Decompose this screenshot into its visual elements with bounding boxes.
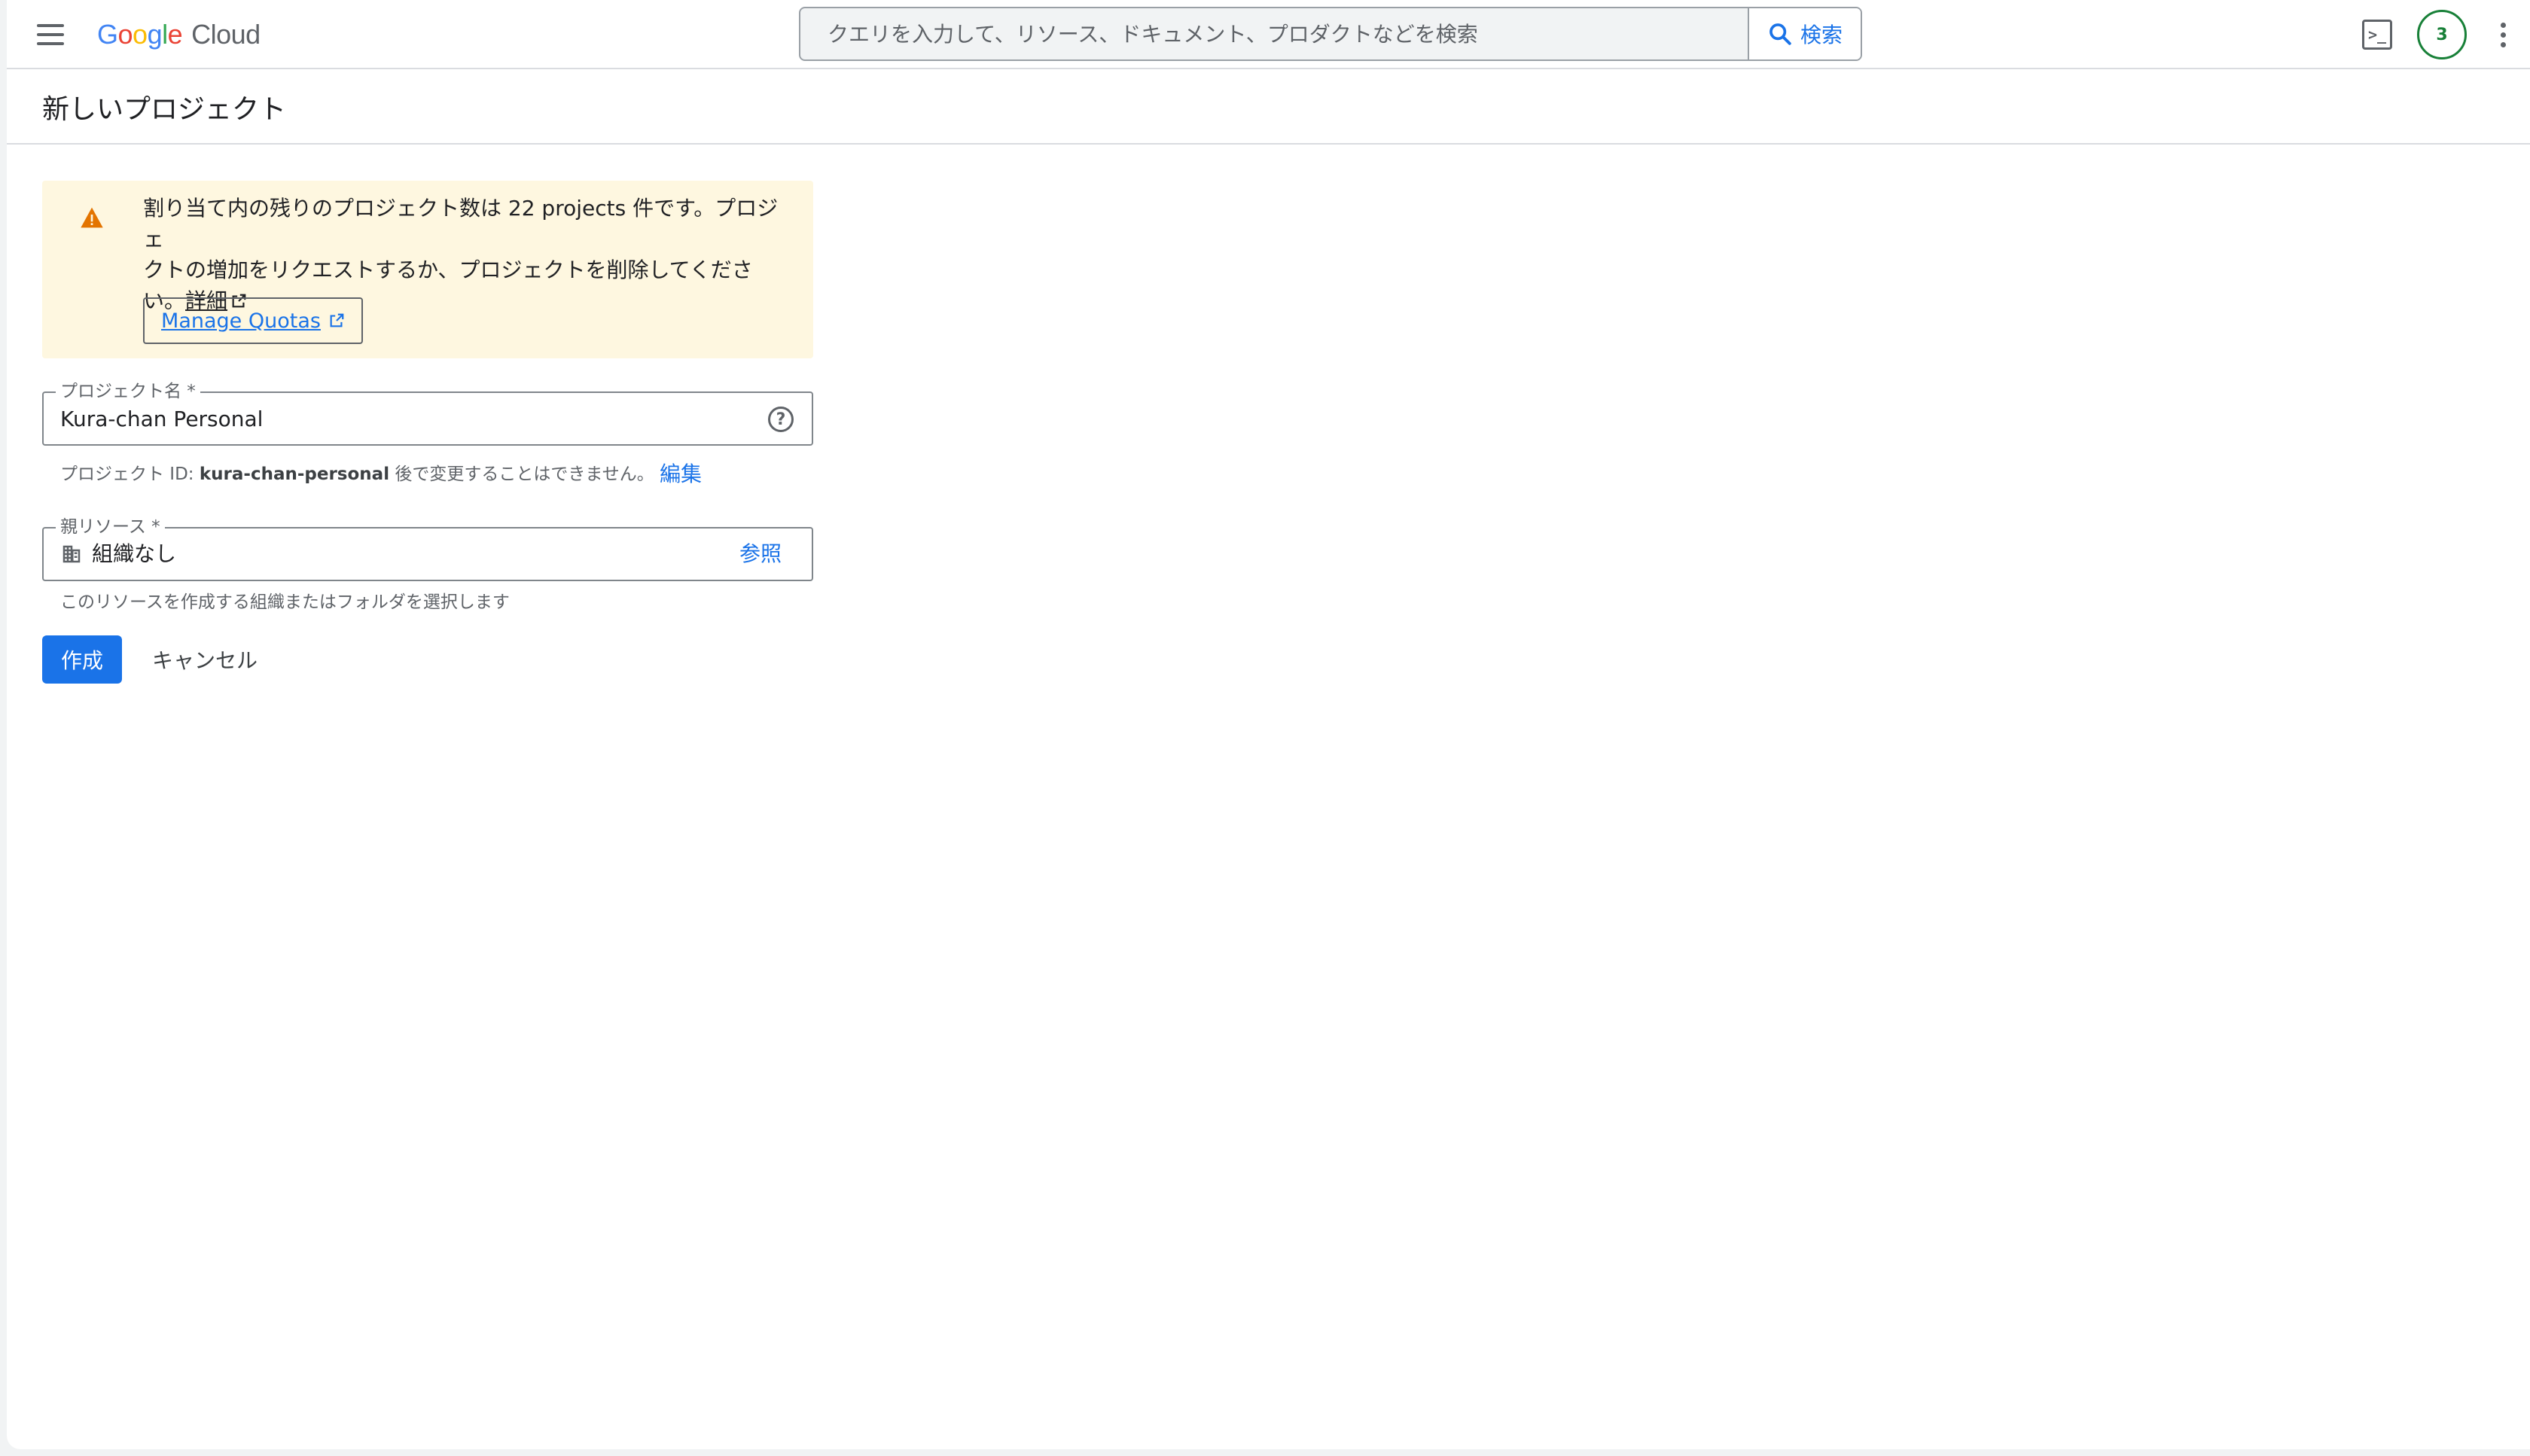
cloud-shell-icon[interactable]: >_: [2362, 20, 2392, 50]
cancel-button[interactable]: キャンセル: [140, 635, 270, 684]
parent-resource-hint: このリソースを作成する組織またはフォルダを選択します: [60, 592, 510, 612]
page-header: 新しいプロジェクト: [7, 69, 2530, 145]
notification-badge[interactable]: 3: [2417, 10, 2467, 59]
warning-line-1: 割り当て内の残りのプロジェクト数は 22 projects 件です。プロジェ: [143, 196, 779, 251]
app-window: Google Cloud 検索 >_ 3 新しいプロジェクト: [7, 0, 2530, 1449]
search-icon: [1769, 23, 1791, 45]
create-button[interactable]: 作成: [42, 635, 122, 684]
more-options-icon[interactable]: [2495, 17, 2510, 53]
hamburger-menu-icon[interactable]: [32, 17, 69, 53]
parent-resource-value: 組織なし: [92, 541, 177, 566]
external-link-icon: [330, 313, 344, 327]
project-id-prefix: プロジェクト ID:: [60, 465, 200, 484]
parent-resource-label: 親リソース *: [56, 516, 165, 538]
google-cloud-logo[interactable]: Google Cloud: [97, 17, 261, 53]
page-title: 新しいプロジェクト: [42, 94, 287, 125]
help-icon[interactable]: ?: [768, 407, 794, 432]
organization-building-icon: [62, 545, 81, 563]
warning-icon: [81, 207, 103, 228]
search-input[interactable]: [800, 8, 1748, 59]
search-bar: 検索: [799, 7, 1862, 61]
project-name-label: プロジェクト名 *: [56, 381, 200, 402]
manage-quotas-button[interactable]: Manage Quotas: [143, 297, 363, 344]
search-button[interactable]: 検索: [1748, 8, 1861, 59]
logo-google-wordmark: Google: [97, 19, 183, 50]
manage-quotas-label: Manage Quotas: [161, 309, 321, 333]
warning-line-2: クトの増加をリクエストするか、プロジェクトを削除してくださ: [143, 257, 753, 282]
top-app-bar: Google Cloud 検索 >_ 3: [7, 0, 2530, 69]
logo-cloud-wordmark: Cloud: [191, 19, 261, 50]
edit-project-id-link[interactable]: 編集: [660, 458, 702, 488]
browse-link[interactable]: 参照: [739, 539, 782, 569]
parent-resource-field[interactable]: 親リソース * 組織なし 参照: [42, 516, 813, 581]
project-id-hint: プロジェクト ID: kura-chan-personal 後で変更することはで…: [60, 459, 654, 485]
project-name-field: プロジェクト名 * ?: [42, 381, 813, 446]
project-id-value: kura-chan-personal: [199, 465, 390, 484]
search-button-label: 検索: [1800, 23, 1843, 47]
quota-warning-banner: 割り当て内の残りのプロジェクト数は 22 projects 件です。プロジェ ク…: [42, 181, 813, 358]
project-name-input[interactable]: [60, 404, 738, 434]
project-id-suffix: 後で変更することはできません。: [389, 465, 654, 484]
